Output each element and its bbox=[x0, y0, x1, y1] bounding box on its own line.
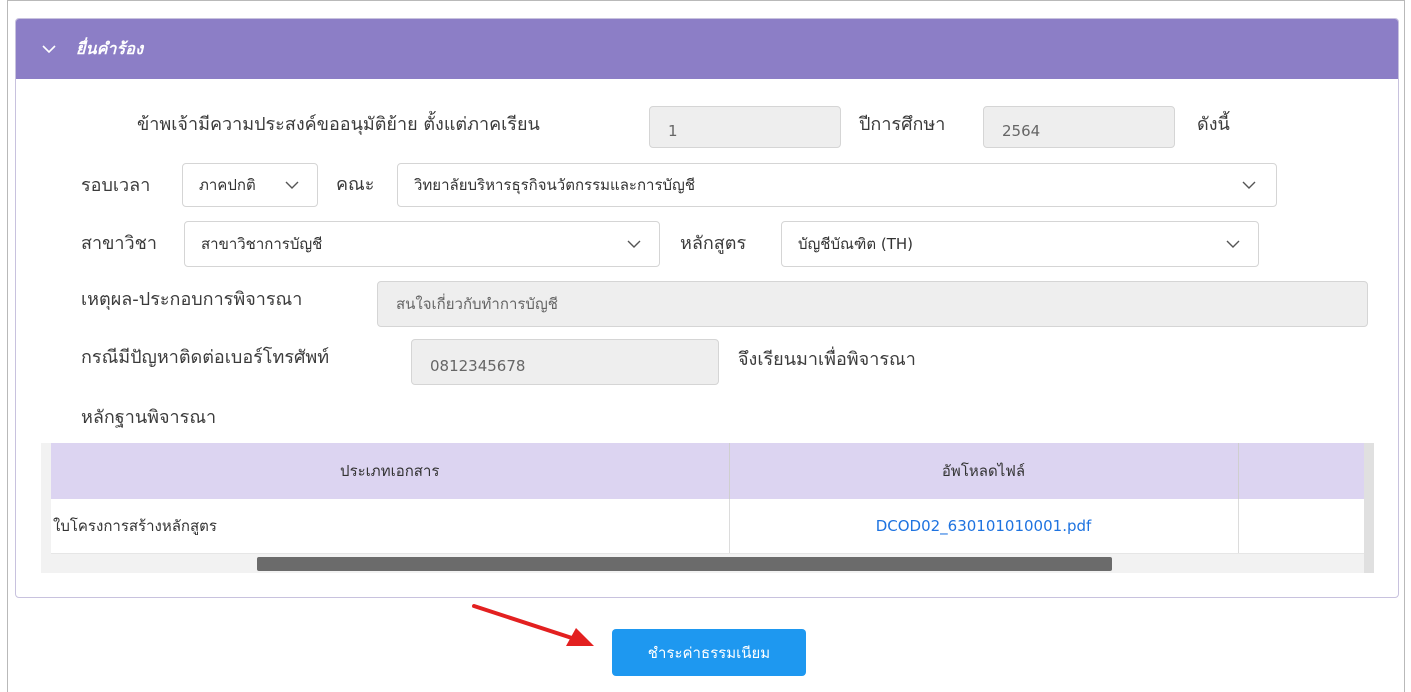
header-doc-type: ประเภทเอกสาร bbox=[51, 443, 730, 499]
major-label: สาขาวิชา bbox=[81, 233, 157, 254]
year-value: 2564 bbox=[1002, 122, 1041, 140]
chevron-down-icon bbox=[1226, 240, 1240, 248]
major-value: สาขาวิชาการบัญชี bbox=[201, 235, 323, 253]
major-select[interactable]: สาขาวิชาการบัญชี bbox=[184, 221, 660, 267]
faculty-label: คณะ bbox=[336, 174, 375, 195]
header-extra bbox=[1238, 443, 1365, 499]
chevron-down-icon bbox=[285, 181, 299, 189]
faculty-value: วิทยาลัยบริหารธุรกิจนวัตกรรมและการบัญชี bbox=[414, 176, 695, 194]
chevron-down-icon[interactable] bbox=[42, 42, 56, 56]
phone-field[interactable]: 0812345678 bbox=[411, 339, 719, 385]
curriculum-select[interactable]: บัญชีบัณฑิต (TH) bbox=[781, 221, 1259, 267]
reason-label: เหตุผล-ประกอบการพิจารณา bbox=[81, 289, 303, 310]
cell-doc-type: ใบโครงการสร้างหลักสูตร bbox=[51, 499, 730, 554]
panel-title: ยื่นคำร้อง bbox=[76, 38, 144, 58]
horizontal-scrollbar[interactable] bbox=[257, 557, 1112, 571]
period-value: ภาคปกติ bbox=[199, 176, 256, 194]
curriculum-value: บัญชีบัณฑิต (TH) bbox=[798, 235, 914, 253]
file-link[interactable]: DCOD02_630101010001.pdf bbox=[729, 499, 1239, 554]
evidence-label: หลักฐานพิจารณา bbox=[81, 407, 217, 428]
reason-field[interactable]: สนใจเกี่ยวกับทำการบัญชี bbox=[377, 281, 1368, 327]
curriculum-label: หลักสูตร bbox=[680, 233, 747, 254]
intro-label: ข้าพเจ้ามีความประสงค์ขออนุมัติย้าย ตั้งแ… bbox=[137, 114, 540, 135]
evidence-table: ประเภทเอกสาร อัพโหลดไฟล์ ใบโครงการสร้างห… bbox=[51, 443, 1365, 554]
faculty-select[interactable]: วิทยาลัยบริหารธุรกิจนวัตกรรมและการบัญชี bbox=[397, 163, 1277, 207]
red-arrow-icon bbox=[472, 604, 594, 646]
period-select[interactable]: ภาคปกติ bbox=[182, 163, 318, 207]
evidence-table-container: ประเภทเอกสาร อัพโหลดไฟล์ ใบโครงการสร้างห… bbox=[41, 443, 1374, 573]
chevron-down-icon bbox=[1242, 181, 1256, 189]
year-label: ปีการศึกษา bbox=[859, 114, 946, 135]
panel-header[interactable]: ยื่นคำร้อง bbox=[16, 19, 1398, 79]
semester-field[interactable]: 1 bbox=[649, 106, 841, 148]
chevron-down-icon bbox=[627, 240, 641, 248]
as-follows-label: ดังนี้ bbox=[1197, 114, 1230, 135]
semester-value: 1 bbox=[668, 122, 678, 140]
period-label: รอบเวลา bbox=[81, 175, 151, 196]
cell-extra bbox=[1238, 499, 1365, 554]
phone-label: กรณีมีปัญหาติดต่อเบอร์โทรศัพท์ bbox=[81, 347, 330, 368]
consider-label: จึงเรียนมาเพื่อพิจารณา bbox=[738, 349, 916, 370]
table-edge bbox=[1364, 443, 1374, 573]
header-upload-file: อัพโหลดไฟล์ bbox=[729, 443, 1239, 499]
table-header-row: ประเภทเอกสาร อัพโหลดไฟล์ bbox=[51, 443, 1365, 499]
year-field[interactable]: 2564 bbox=[983, 106, 1175, 148]
reason-value: สนใจเกี่ยวกับทำการบัญชี bbox=[396, 295, 558, 313]
phone-value: 0812345678 bbox=[430, 357, 526, 375]
pay-fee-button[interactable]: ชำระค่าธรรมเนียม bbox=[612, 629, 806, 676]
table-row: ใบโครงการสร้างหลักสูตร DCOD02_6301010100… bbox=[51, 499, 1365, 554]
